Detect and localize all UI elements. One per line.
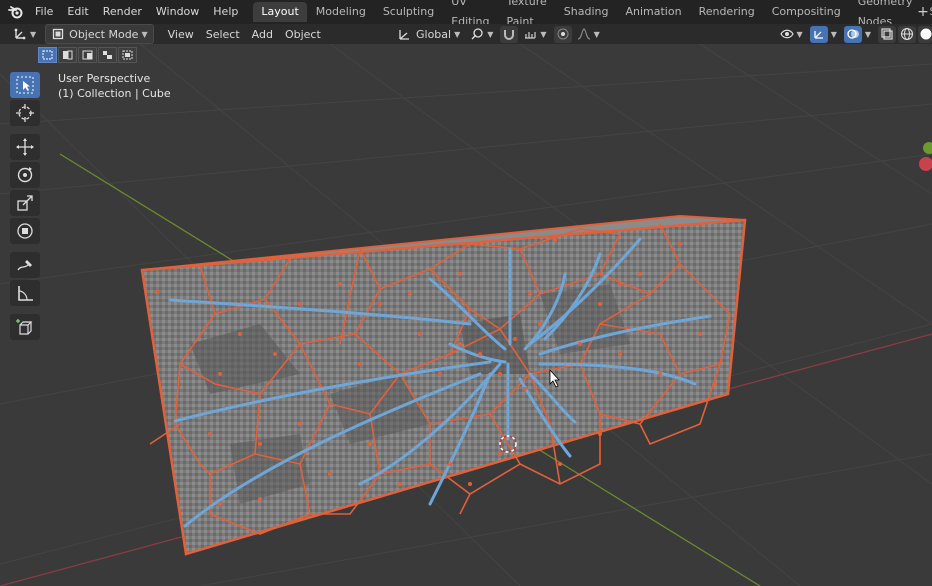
cursor-crosshair-icon — [16, 104, 34, 122]
blender-logo-icon[interactable] — [8, 4, 24, 20]
axis-gizmo-icon — [14, 28, 26, 40]
orientation-dropdown[interactable]: Global ▼ — [392, 25, 465, 43]
measure-ruler-icon — [18, 286, 33, 301]
menu-window[interactable]: Window — [149, 1, 206, 23]
viewport-scene — [0, 44, 932, 586]
chevron-down-icon: ▼ — [593, 29, 600, 39]
header-menu-view[interactable]: View — [162, 28, 200, 41]
fractured-cube-object — [140, 214, 747, 556]
menu-edit[interactable]: Edit — [60, 1, 95, 23]
move-tool[interactable] — [10, 134, 40, 160]
mode-dropdown[interactable]: Object Mode ▼ — [45, 24, 154, 44]
select-extend-icon — [63, 50, 73, 60]
editor-type-button[interactable]: ▼ — [8, 25, 41, 43]
select-new-icon — [42, 50, 53, 60]
select-box-icon — [16, 76, 34, 94]
annotate-tool[interactable] — [10, 252, 40, 278]
header-menu-add[interactable]: Add — [246, 28, 279, 41]
wireframe-sphere-icon — [900, 27, 914, 41]
tab-rendering[interactable]: Rendering — [691, 2, 763, 22]
annotate-pen-icon — [17, 260, 32, 271]
header-menu-select[interactable]: Select — [200, 28, 246, 41]
gizmo-icon — [814, 31, 823, 39]
menu-file[interactable]: File — [28, 1, 60, 23]
orientation-label: Global — [416, 27, 452, 41]
workspace-tabs: Layout Modeling Sculpting UV Editing Tex… — [253, 0, 932, 28]
tab-compositing[interactable]: Compositing — [764, 2, 849, 22]
rotate-icon — [17, 167, 33, 183]
shading-solid-button[interactable] — [918, 25, 932, 43]
magnet-icon — [504, 30, 515, 40]
menu-render[interactable]: Render — [96, 1, 149, 23]
overlay-icon — [847, 29, 859, 39]
eye-icon — [779, 29, 794, 39]
transform-tool[interactable] — [10, 218, 40, 244]
select-invert-icon — [103, 51, 112, 59]
snap-target-dropdown[interactable]: ▼ — [518, 25, 551, 43]
navigation-gizmo[interactable] — [916, 140, 932, 180]
move-arrows-icon — [16, 138, 34, 156]
select-invert-button[interactable] — [98, 47, 117, 63]
pivot-icon — [471, 28, 483, 40]
main-menu: File Edit Render Window Help — [28, 1, 245, 23]
viewport-header: ▼ Object Mode ▼ View Select Add Object G… — [0, 24, 932, 44]
overlay-toggle[interactable] — [843, 25, 862, 43]
chevron-down-icon: ▼ — [796, 29, 803, 39]
tab-modeling[interactable]: Modeling — [308, 2, 374, 22]
xray-icon — [881, 28, 893, 40]
collection-label: (1) Collection | Cube — [58, 87, 171, 100]
mode-label: Object Mode — [69, 27, 139, 41]
transform-tools: Global ▼ ▼ ▼ ▼ — [392, 24, 605, 44]
solid-sphere-icon — [920, 28, 932, 40]
perspective-label: User Perspective — [58, 72, 151, 85]
chevron-down-icon: ▼ — [141, 29, 148, 39]
select-subtract-icon — [82, 50, 93, 60]
xray-toggle[interactable] — [878, 25, 896, 43]
snap-toggle[interactable] — [500, 25, 519, 43]
chevron-down-icon[interactable]: ▼ — [865, 30, 871, 39]
top-menu-bar: File Edit Render Window Help Layout Mode… — [0, 0, 932, 28]
gizmo-toggle[interactable] — [809, 25, 828, 43]
rotate-tool[interactable] — [10, 162, 40, 188]
pivot-dropdown[interactable]: ▼ — [465, 25, 498, 43]
select-subtract-button[interactable] — [78, 47, 97, 63]
add-workspace-button[interactable]: + — [916, 3, 930, 21]
select-extend-button[interactable] — [58, 47, 77, 63]
tab-shading[interactable]: Shading — [556, 2, 617, 22]
3d-viewport[interactable]: User Perspective (1) Collection | Cube — [0, 44, 932, 586]
add-cube-tool[interactable] — [10, 314, 40, 340]
header-menu-object[interactable]: Object — [279, 28, 327, 41]
proportional-edit-icon — [557, 28, 569, 40]
tool-shelf — [8, 72, 42, 342]
falloff-curve-icon — [577, 28, 590, 40]
chevron-down-icon: ▼ — [540, 29, 547, 39]
orientation-icon — [399, 30, 409, 40]
snap-increment-icon — [525, 32, 537, 39]
measure-tool[interactable] — [10, 280, 40, 306]
transform-icon — [17, 223, 33, 239]
proportional-edit-toggle[interactable] — [553, 25, 572, 43]
cursor-tool[interactable] — [10, 100, 40, 126]
scale-icon — [17, 195, 33, 211]
selection-mode-buttons — [38, 47, 138, 63]
chevron-down-icon: ▼ — [30, 29, 37, 39]
falloff-dropdown[interactable]: ▼ — [572, 25, 605, 43]
tab-sculpting[interactable]: Sculpting — [375, 2, 442, 22]
chevron-down-icon: ▼ — [454, 29, 461, 39]
scale-tool[interactable] — [10, 190, 40, 216]
select-new-button[interactable] — [38, 47, 57, 63]
select-box-tool[interactable] — [10, 72, 40, 98]
menu-help[interactable]: Help — [206, 1, 245, 23]
chevron-down-icon: ▼ — [487, 29, 494, 39]
viewport-display-tools: ▼ ▼ ▼ — [775, 24, 932, 44]
chevron-down-icon[interactable]: ▼ — [831, 30, 837, 39]
add-cube-icon — [16, 319, 33, 335]
tab-layout[interactable]: Layout — [253, 2, 307, 22]
tab-animation[interactable]: Animation — [617, 2, 689, 22]
object-mode-icon — [53, 28, 64, 40]
visibility-dropdown[interactable]: ▼ — [775, 25, 808, 43]
shading-wireframe-button[interactable] — [898, 25, 916, 43]
select-intersect-button[interactable] — [118, 47, 137, 63]
select-intersect-icon — [122, 50, 133, 60]
